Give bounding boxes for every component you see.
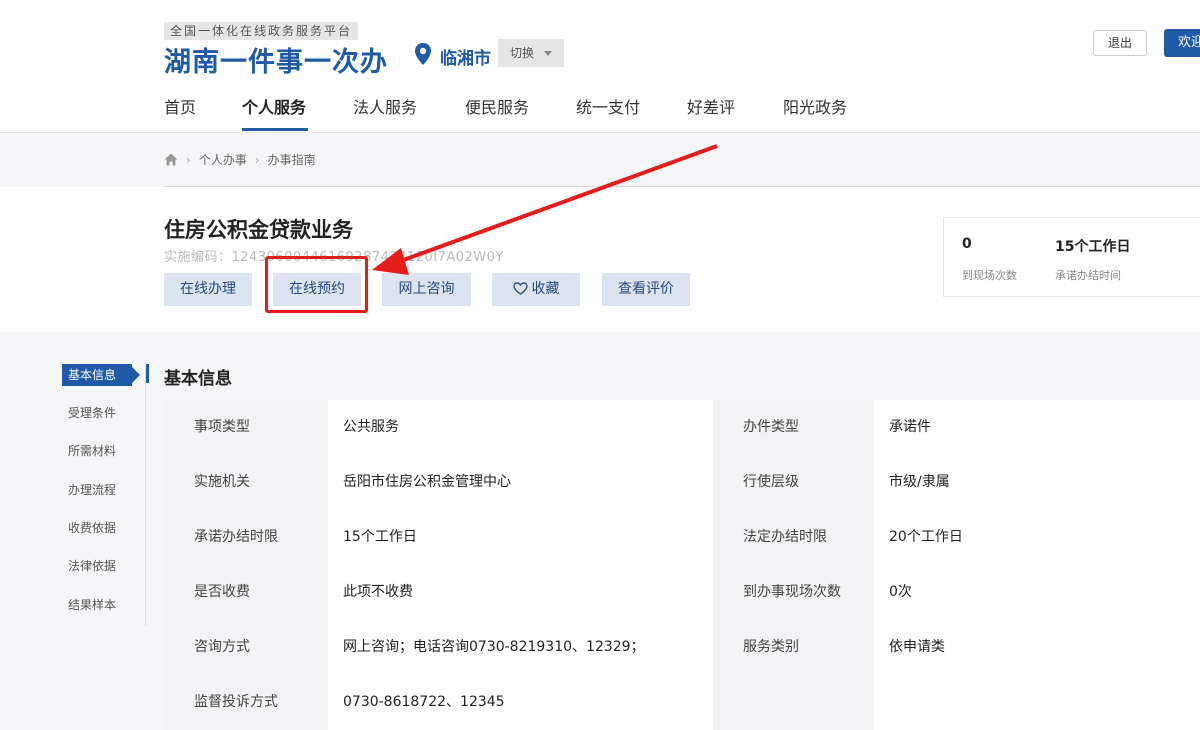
table-cell-label: 监督投诉方式 [164, 675, 328, 730]
time-limit-value: 15个工作日 [1055, 239, 1131, 255]
favorite-button[interactable]: 收藏 [492, 273, 580, 306]
section-title: 基本信息 [164, 369, 232, 389]
online-handle-button[interactable]: 在线办理 [164, 273, 252, 306]
breadcrumb-separator: › [254, 152, 260, 167]
caret-down-icon [544, 51, 552, 56]
table-cell-value: 0730-8618722、12345 [328, 675, 713, 730]
table-cell-label: 咨询方式 [164, 620, 328, 675]
table-cell-value: 岳阳市住房公积金管理中心 [328, 455, 713, 510]
nav-item-convenience[interactable]: 便民服务 [465, 94, 529, 118]
table-row: 咨询方式 网上咨询；电话咨询0730-8219310、12329； 服务类别 依申请类 [164, 620, 1200, 675]
city-switch-button[interactable]: 切换 [498, 39, 564, 67]
breadcrumb: › 个人办事 › 办事指南 [164, 151, 316, 168]
nav-item-transparency[interactable]: 阳光政务 [783, 94, 847, 118]
table-cell-label: 法定办结时限 [713, 510, 874, 565]
nav-item-payment[interactable]: 统一支付 [576, 94, 640, 118]
table-row: 实施机关 岳阳市住房公积金管理中心 行使层级 市级/隶属 [164, 455, 1200, 510]
table-cell-label: 是否收费 [164, 565, 328, 620]
time-limit-label: 承诺办结时间 [1055, 269, 1121, 282]
city-name: 临湘市 [440, 49, 491, 69]
table-cell-value [874, 675, 1200, 730]
table-cell-label: 办件类型 [713, 400, 874, 455]
sidebar: 基本信息 受理条件 所需材料 办理流程 收费依据 法律依据 结果样本 [62, 360, 146, 626]
table-cell-label: 服务类别 [713, 620, 874, 675]
site-logo[interactable]: 湖南一件事一次办 [164, 40, 388, 79]
visits-value: 0 [962, 236, 972, 252]
table-cell-label: 承诺办结时限 [164, 510, 328, 565]
breadcrumb-item-personal[interactable]: 个人办事 [199, 151, 247, 168]
stats-box: 0 到现场次数 15个工作日 承诺办结时间 [943, 217, 1200, 297]
table-cell-value: 市级/隶属 [874, 455, 1200, 510]
table-cell-value: 15个工作日 [328, 510, 713, 565]
online-consult-button[interactable]: 网上咨询 [382, 273, 471, 306]
table-cell-label [713, 675, 874, 730]
sidebar-item-basic-info[interactable]: 基本信息 [62, 364, 140, 386]
table-row: 事项类型 公共服务 办件类型 承诺件 [164, 400, 1200, 455]
service-title: 住房公积金贷款业务 [164, 218, 353, 242]
nav-item-home[interactable]: 首页 [164, 94, 196, 118]
nav-item-personal[interactable]: 个人服务 [242, 94, 306, 118]
sidebar-item-fee-basis[interactable]: 收费依据 [68, 519, 116, 536]
table-cell-value: 此项不收费 [328, 565, 713, 620]
sidebar-item-conditions[interactable]: 受理条件 [68, 404, 116, 421]
table-cell-value: 20个工作日 [874, 510, 1200, 565]
table-cell-label: 到办事现场次数 [713, 565, 874, 620]
table-row: 是否收费 此项不收费 到办事现场次数 0次 [164, 565, 1200, 620]
nav-active-underline [242, 128, 308, 131]
table-row: 监督投诉方式 0730-8618722、12345 [164, 675, 1200, 730]
table-cell-value: 网上咨询；电话咨询0730-8219310、12329； [328, 620, 713, 675]
sidebar-item-legal-basis[interactable]: 法律依据 [68, 557, 116, 574]
view-reviews-button[interactable]: 查看评价 [602, 273, 690, 306]
table-cell-value: 0次 [874, 565, 1200, 620]
platform-tag: 全国一体化在线政务服务平台 [164, 22, 359, 40]
sidebar-item-process[interactable]: 办理流程 [68, 481, 116, 498]
sidebar-item-result-sample[interactable]: 结果样本 [68, 596, 116, 613]
location-pin-icon [415, 43, 431, 65]
table-cell-value: 公共服务 [328, 400, 713, 455]
city-switch-label: 切换 [510, 46, 535, 60]
section-marker [146, 364, 149, 383]
sidebar-item-materials[interactable]: 所需材料 [68, 442, 116, 459]
home-icon[interactable] [164, 153, 178, 166]
nav-item-rating[interactable]: 好差评 [687, 94, 735, 118]
visits-label: 到现场次数 [962, 269, 1017, 282]
heart-icon [512, 282, 528, 295]
logout-button[interactable]: 退出 [1093, 30, 1147, 56]
nav-item-legal[interactable]: 法人服务 [353, 94, 417, 118]
breadcrumb-separator: › [186, 152, 191, 167]
table-cell-label: 事项类型 [164, 400, 328, 455]
welcome-button[interactable]: 欢迎 [1164, 29, 1200, 57]
breadcrumb-item-guide: 办事指南 [267, 153, 316, 167]
table-cell-label: 实施机关 [164, 455, 328, 510]
table-cell-value: 承诺件 [874, 400, 1200, 455]
table-cell-label: 行使层级 [713, 455, 874, 510]
table-cell-value: 依申请类 [874, 620, 1200, 675]
favorite-label: 收藏 [531, 281, 560, 297]
highlight-box [265, 256, 368, 313]
table-row: 承诺办结时限 15个工作日 法定办结时限 20个工作日 [164, 510, 1200, 565]
